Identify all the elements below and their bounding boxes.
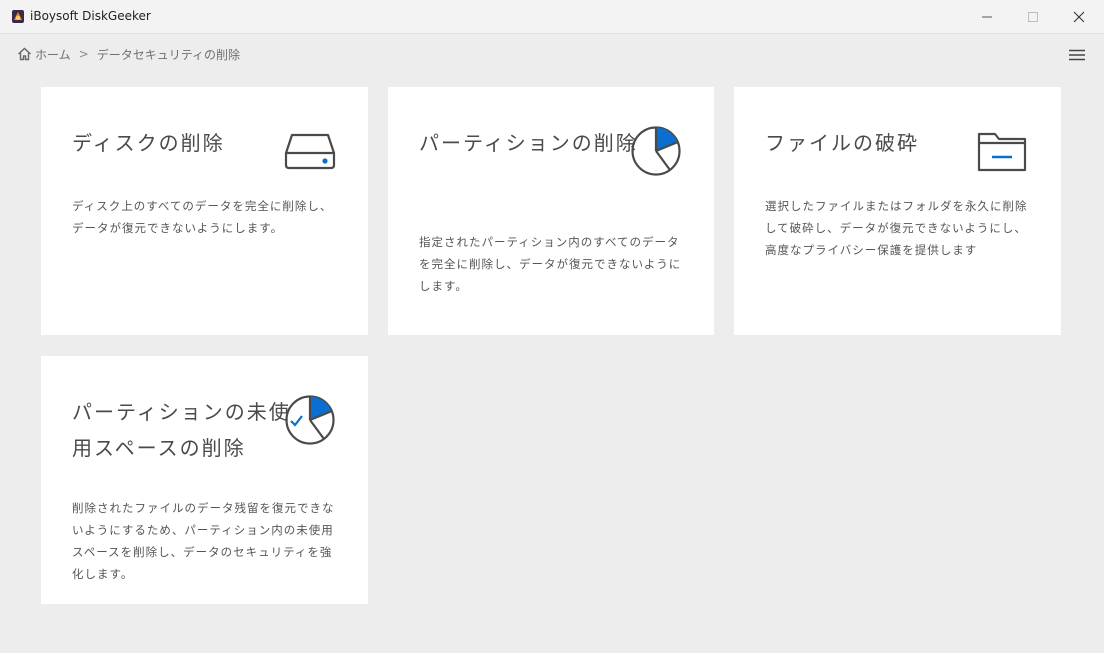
window-title: iBoysoft DiskGeeker bbox=[30, 9, 151, 23]
hard-disk-icon bbox=[284, 133, 336, 170]
pie-chart-icon bbox=[631, 126, 681, 176]
card-description: 指定されたパーティション内のすべてのデータを完全に削除し、データが復元できないよ… bbox=[419, 235, 682, 293]
app-window: iBoysoft DiskGeeker ホーム > データセキュリティの削除 デ… bbox=[0, 0, 1104, 653]
card-partition-wipe[interactable]: パーティションの削除 指定されたパーティション内のすべてのデータを完全に削除し、… bbox=[388, 87, 714, 335]
card-title: パーティションの削除 bbox=[419, 131, 638, 155]
card-description: 選択したファイルまたはフォルダを永久に削除して破砕し、データが復元できないように… bbox=[765, 199, 1028, 257]
card-description: 削除されたファイルのデータ残留を復元できないようにするため、パーティション内の未… bbox=[72, 501, 335, 581]
close-button[interactable] bbox=[1056, 0, 1102, 33]
breadcrumb-home[interactable]: ホーム bbox=[35, 46, 71, 63]
minimize-icon bbox=[982, 16, 992, 17]
card-free-space-wipe[interactable]: パーティションの未使用スペースの削除 削除されたファイルのデータ残留を復元できな… bbox=[41, 356, 368, 604]
card-title: パーティションの未使用スペースの削除 bbox=[72, 400, 291, 460]
breadcrumb-separator: > bbox=[78, 47, 89, 61]
folder-icon bbox=[977, 132, 1027, 172]
title-bar: iBoysoft DiskGeeker bbox=[0, 0, 1104, 34]
card-description: ディスク上のすべてのデータを完全に削除し、データが復元できないようにします。 bbox=[72, 199, 333, 235]
card-title: ファイルの破砕 bbox=[765, 131, 919, 155]
maximize-icon bbox=[1028, 11, 1038, 22]
minimize-button[interactable] bbox=[964, 0, 1010, 33]
hamburger-menu-icon[interactable] bbox=[1068, 48, 1086, 62]
pie-chart-check-icon bbox=[285, 395, 335, 445]
close-icon bbox=[1073, 11, 1085, 22]
card-file-shredder[interactable]: ファイルの破砕 選択したファイルまたはフォルダを永久に削除して破砕し、データが復… bbox=[734, 87, 1061, 335]
home-icon[interactable] bbox=[17, 47, 32, 61]
maximize-button[interactable] bbox=[1010, 0, 1056, 33]
breadcrumb: ホーム > データセキュリティの削除 bbox=[17, 45, 240, 63]
breadcrumb-current: データセキュリティの削除 bbox=[96, 47, 240, 62]
card-title: ディスクの削除 bbox=[72, 131, 225, 155]
card-disk-wipe[interactable]: ディスクの削除 ディスク上のすべてのデータを完全に削除し、データが復元できないよ… bbox=[41, 87, 368, 335]
diskgeeker-logo-icon bbox=[12, 10, 24, 23]
